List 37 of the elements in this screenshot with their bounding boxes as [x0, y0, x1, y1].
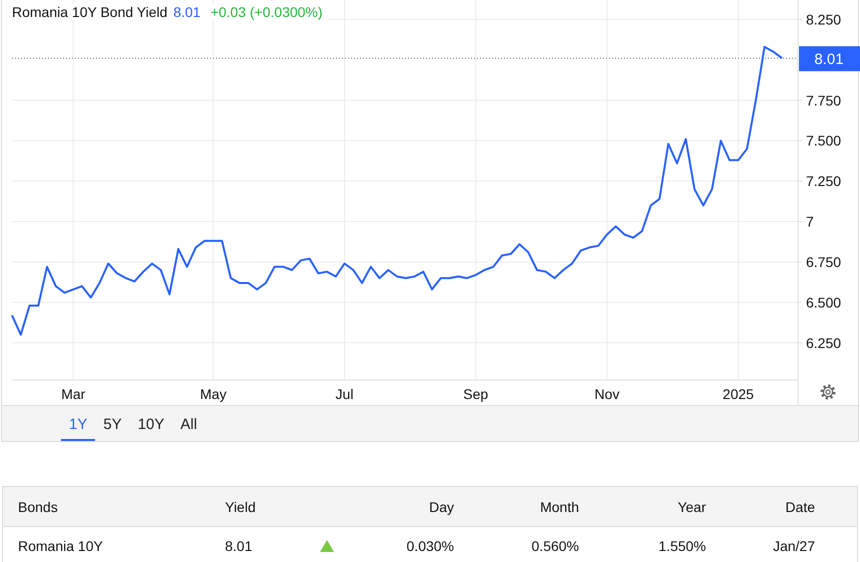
settings-icon[interactable] — [820, 384, 836, 400]
column-header: Day — [428, 498, 454, 514]
range-tab[interactable]: 1Y — [61, 406, 96, 441]
table-cell-text: 8.01 — [224, 538, 254, 554]
range-tab[interactable]: All — [172, 406, 206, 441]
table-cell-text: Jan/27 — [772, 538, 815, 554]
axis-label: Mar — [61, 386, 86, 402]
column-header: Date — [784, 498, 815, 514]
axis-label: 7.750 — [806, 92, 842, 108]
axis-label: 7.250 — [806, 173, 842, 190]
table-cell-text: 0.030% — [406, 538, 454, 554]
column-header: Yield — [224, 498, 257, 514]
table-cell-text: Romania 10Y — [17, 538, 104, 554]
axis-label: Jul — [336, 386, 354, 402]
column-header: Month — [539, 498, 579, 514]
chart-title: Romania 10Y Bond Yield — [12, 4, 168, 20]
price-value: 8.01 — [173, 4, 201, 20]
price-badge: 8.01 — [799, 46, 860, 72]
axis-label: 7.500 — [806, 132, 842, 149]
range-tab[interactable]: 10Y — [130, 406, 172, 441]
price-change: +0.03 (+0.0300%) — [210, 4, 323, 20]
axis-label: 6.250 — [806, 334, 842, 351]
table-cell-text: 0.560% — [530, 538, 579, 554]
axis-label: Nov — [594, 386, 620, 402]
axis-label: 6.750 — [806, 254, 842, 270]
ref-line-label: 8.01 — [814, 51, 844, 68]
axis-label: 8.250 — [806, 11, 842, 28]
range-tab[interactable]: 5Y — [95, 406, 130, 441]
axis-label: 7 — [806, 214, 814, 230]
table-cell-text: 1.550% — [658, 538, 706, 554]
axis-label: Sep — [463, 386, 488, 402]
axis-label: 2025 — [722, 386, 754, 402]
up-triangle-icon — [320, 540, 334, 552]
column-header: Bonds — [17, 498, 59, 514]
axis-label: May — [200, 386, 226, 402]
column-header: Year — [676, 498, 706, 514]
axis-label: 6.500 — [806, 294, 842, 310]
